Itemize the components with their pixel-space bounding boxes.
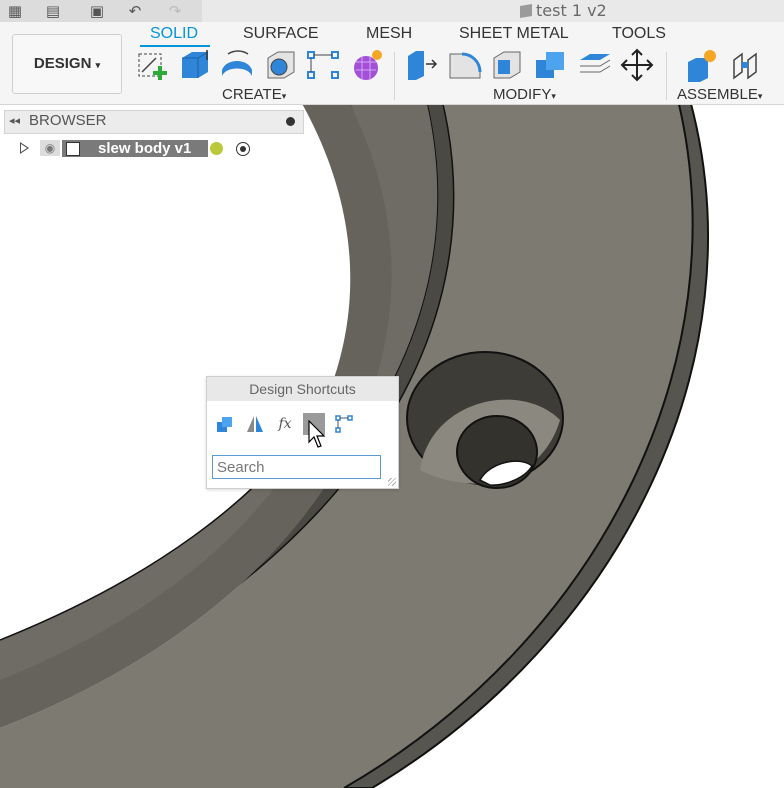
caret-down-icon: ▾ xyxy=(281,91,287,101)
pattern-icon[interactable] xyxy=(306,48,340,82)
browser-panel-header: ◂◂ BROWSER xyxy=(4,110,304,134)
revolve-icon[interactable] xyxy=(220,48,254,82)
document-icon xyxy=(520,3,532,19)
expand-arrow-icon[interactable] xyxy=(20,142,29,154)
grid-menu-icon[interactable]: ▦ xyxy=(6,2,24,20)
workspace-label: DESIGN xyxy=(33,55,92,72)
document-title: test 1 v2 xyxy=(520,0,607,22)
toolbar: DESIGN ▾ SOLID SURFACE MESH SHEET METAL … xyxy=(0,22,784,105)
tab-mesh[interactable]: MESH xyxy=(366,25,412,43)
quick-access-bar: ▦ ▤ ▣ ↶ ↷ xyxy=(0,0,202,22)
assemble-label: ASSEMBLE xyxy=(677,86,758,103)
shortcuts-search-input[interactable] xyxy=(212,455,381,479)
file-icon[interactable]: ▤ xyxy=(44,2,62,20)
visibility-eye-icon[interactable]: ◉ xyxy=(40,140,60,156)
active-tab-indicator xyxy=(140,45,210,47)
workspace-switcher-button[interactable]: DESIGN ▾ xyxy=(12,34,122,94)
offset-face-icon[interactable] xyxy=(578,48,612,82)
new-component-icon[interactable] xyxy=(686,48,720,82)
caret-down-icon: ▾ xyxy=(757,91,763,101)
create-label: CREATE xyxy=(222,86,282,103)
fx-parameters-icon[interactable]: fx xyxy=(274,413,296,435)
browser-title: BROWSER xyxy=(29,112,107,129)
toolbar-divider xyxy=(666,52,667,100)
caret-down-icon: ▾ xyxy=(95,60,101,70)
move-icon[interactable] xyxy=(620,48,654,82)
tab-solid[interactable]: SOLID xyxy=(150,25,198,43)
browser-root-node[interactable]: ◉ slew body v1 xyxy=(18,138,258,160)
redo-icon[interactable]: ↷ xyxy=(166,2,184,20)
panel-options-icon[interactable] xyxy=(286,117,295,126)
title-bar: ▦ ▤ ▣ ↶ ↷ test 1 v2 xyxy=(0,0,784,22)
component-icon xyxy=(66,142,80,156)
joint-icon[interactable] xyxy=(730,48,764,82)
shortcuts-header: Design Shortcuts xyxy=(207,377,398,401)
extrude-icon[interactable] xyxy=(178,48,212,82)
resize-grip-icon[interactable] xyxy=(388,478,396,486)
save-icon[interactable]: ▣ xyxy=(88,2,106,20)
hole-icon[interactable] xyxy=(264,48,298,82)
mouse-cursor-icon xyxy=(308,420,326,448)
form-icon[interactable] xyxy=(350,48,384,82)
press-pull-icon[interactable] xyxy=(404,48,438,82)
node-label: slew body v1 xyxy=(98,140,192,157)
fillet-icon[interactable] xyxy=(448,48,482,82)
toolbar-divider xyxy=(394,52,395,100)
caret-down-icon: ▾ xyxy=(551,91,556,101)
combine-icon[interactable] xyxy=(214,413,236,435)
create-group-label[interactable]: CREATE▾ xyxy=(222,86,286,103)
document-title-text: test 1 v2 xyxy=(536,1,607,20)
tab-surface[interactable]: SURFACE xyxy=(243,25,319,43)
design-shortcuts-popup: Design Shortcuts fx xyxy=(206,376,399,489)
combine-icon[interactable] xyxy=(534,48,568,82)
sketch-dimension-icon[interactable] xyxy=(333,413,355,435)
collapse-panel-icon[interactable]: ◂◂ xyxy=(9,114,20,127)
modify-label: MODIFY xyxy=(493,86,552,103)
tab-sheet-metal[interactable]: SHEET METAL xyxy=(459,25,569,43)
modify-group-label[interactable]: MODIFY▾ xyxy=(493,86,556,103)
assemble-group-label[interactable]: ASSEMBLE▾ xyxy=(677,86,762,103)
undo-icon[interactable]: ↶ xyxy=(126,2,144,20)
shortcuts-title: Design Shortcuts xyxy=(249,381,356,397)
shell-icon[interactable] xyxy=(490,48,524,82)
tab-tools[interactable]: TOOLS xyxy=(612,25,666,43)
component-status-icon xyxy=(210,142,223,155)
mirror-icon[interactable] xyxy=(244,413,266,435)
create-sketch-icon[interactable] xyxy=(136,48,170,82)
activate-radio-icon[interactable] xyxy=(236,142,250,156)
